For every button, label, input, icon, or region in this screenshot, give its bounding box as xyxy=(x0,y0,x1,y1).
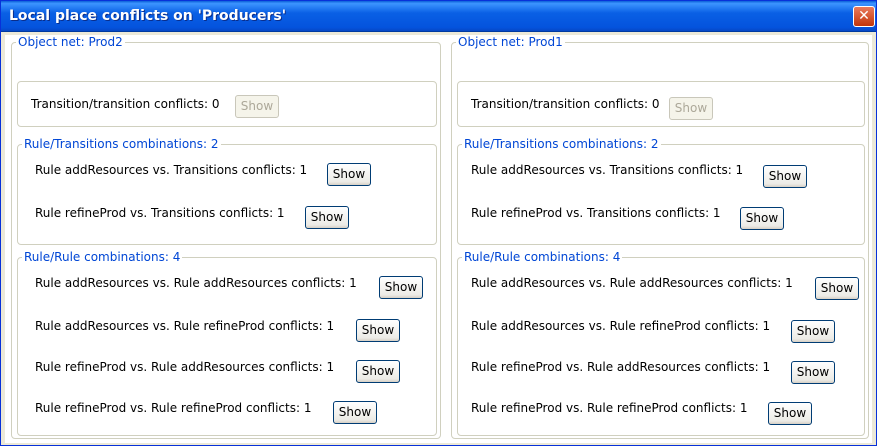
show-button-disabled[interactable]: Show xyxy=(669,97,713,120)
show-button[interactable]: Show xyxy=(815,277,859,300)
rule-transition-label: Rule addResources vs. Transitions confli… xyxy=(471,163,744,177)
show-button[interactable]: Show xyxy=(768,402,812,425)
show-button[interactable]: Show xyxy=(305,206,349,229)
dialog-window: Local place conflicts on 'Producers' ✕ O… xyxy=(0,0,877,446)
rule-rule-header: Rule/Rule combinations: 4 xyxy=(464,250,621,264)
show-button[interactable]: Show xyxy=(791,320,835,343)
window-title: Local place conflicts on 'Producers' xyxy=(9,8,286,24)
show-button[interactable]: Show xyxy=(327,163,371,186)
rule-rule-label: Rule refineProd vs. Rule refineProd conf… xyxy=(471,401,748,415)
rule-rule-label: Rule refineProd vs. Rule addResources co… xyxy=(471,360,771,374)
rule-rule-label: Rule refineProd vs. Rule addResources co… xyxy=(35,360,335,374)
rule-transitions-header: Rule/Transitions combinations: 2 xyxy=(24,137,219,151)
show-button[interactable]: Show xyxy=(356,360,400,383)
rule-rule-label: Rule refineProd vs. Rule refineProd conf… xyxy=(35,401,312,415)
show-button[interactable]: Show xyxy=(379,276,423,299)
transition-conflicts-label: Transition/transition conflicts: 0 xyxy=(31,97,220,111)
rule-rule-label: Rule addResources vs. Rule addResources … xyxy=(471,276,793,290)
show-button[interactable]: Show xyxy=(791,361,835,384)
rule-transitions-header: Rule/Transitions combinations: 2 xyxy=(464,137,659,151)
show-button[interactable]: Show xyxy=(763,165,807,188)
rule-transitions-group: Rule/Transitions combinations: 2 xyxy=(457,137,865,245)
close-button[interactable]: ✕ xyxy=(853,6,875,27)
show-button[interactable]: Show xyxy=(333,401,377,424)
rule-rule-label: Rule addResources vs. Rule refineProd co… xyxy=(471,319,771,333)
show-button[interactable]: Show xyxy=(740,207,784,230)
dialog-content: Object net: Prod2 Transition/transition … xyxy=(5,35,872,443)
rule-transition-label: Rule refineProd vs. Transitions conflict… xyxy=(471,206,721,220)
rule-rule-header: Rule/Rule combinations: 4 xyxy=(24,250,181,264)
rule-transitions-group: Rule/Transitions combinations: 2 xyxy=(17,137,437,245)
rule-rule-label: Rule addResources vs. Rule addResources … xyxy=(35,276,357,290)
object-net-title: Object net: Prod2 xyxy=(18,35,123,49)
rule-rule-label: Rule addResources vs. Rule refineProd co… xyxy=(35,319,335,333)
rule-transition-label: Rule refineProd vs. Transitions conflict… xyxy=(35,206,285,220)
show-button-disabled[interactable]: Show xyxy=(235,95,279,118)
close-icon: ✕ xyxy=(858,8,870,24)
show-button[interactable]: Show xyxy=(356,319,400,342)
rule-transition-label: Rule addResources vs. Transitions confli… xyxy=(35,163,308,177)
title-bar[interactable]: Local place conflicts on 'Producers' ✕ xyxy=(1,1,876,32)
transition-conflicts-label: Transition/transition conflicts: 0 xyxy=(471,97,660,111)
object-net-title: Object net: Prod1 xyxy=(458,35,563,49)
